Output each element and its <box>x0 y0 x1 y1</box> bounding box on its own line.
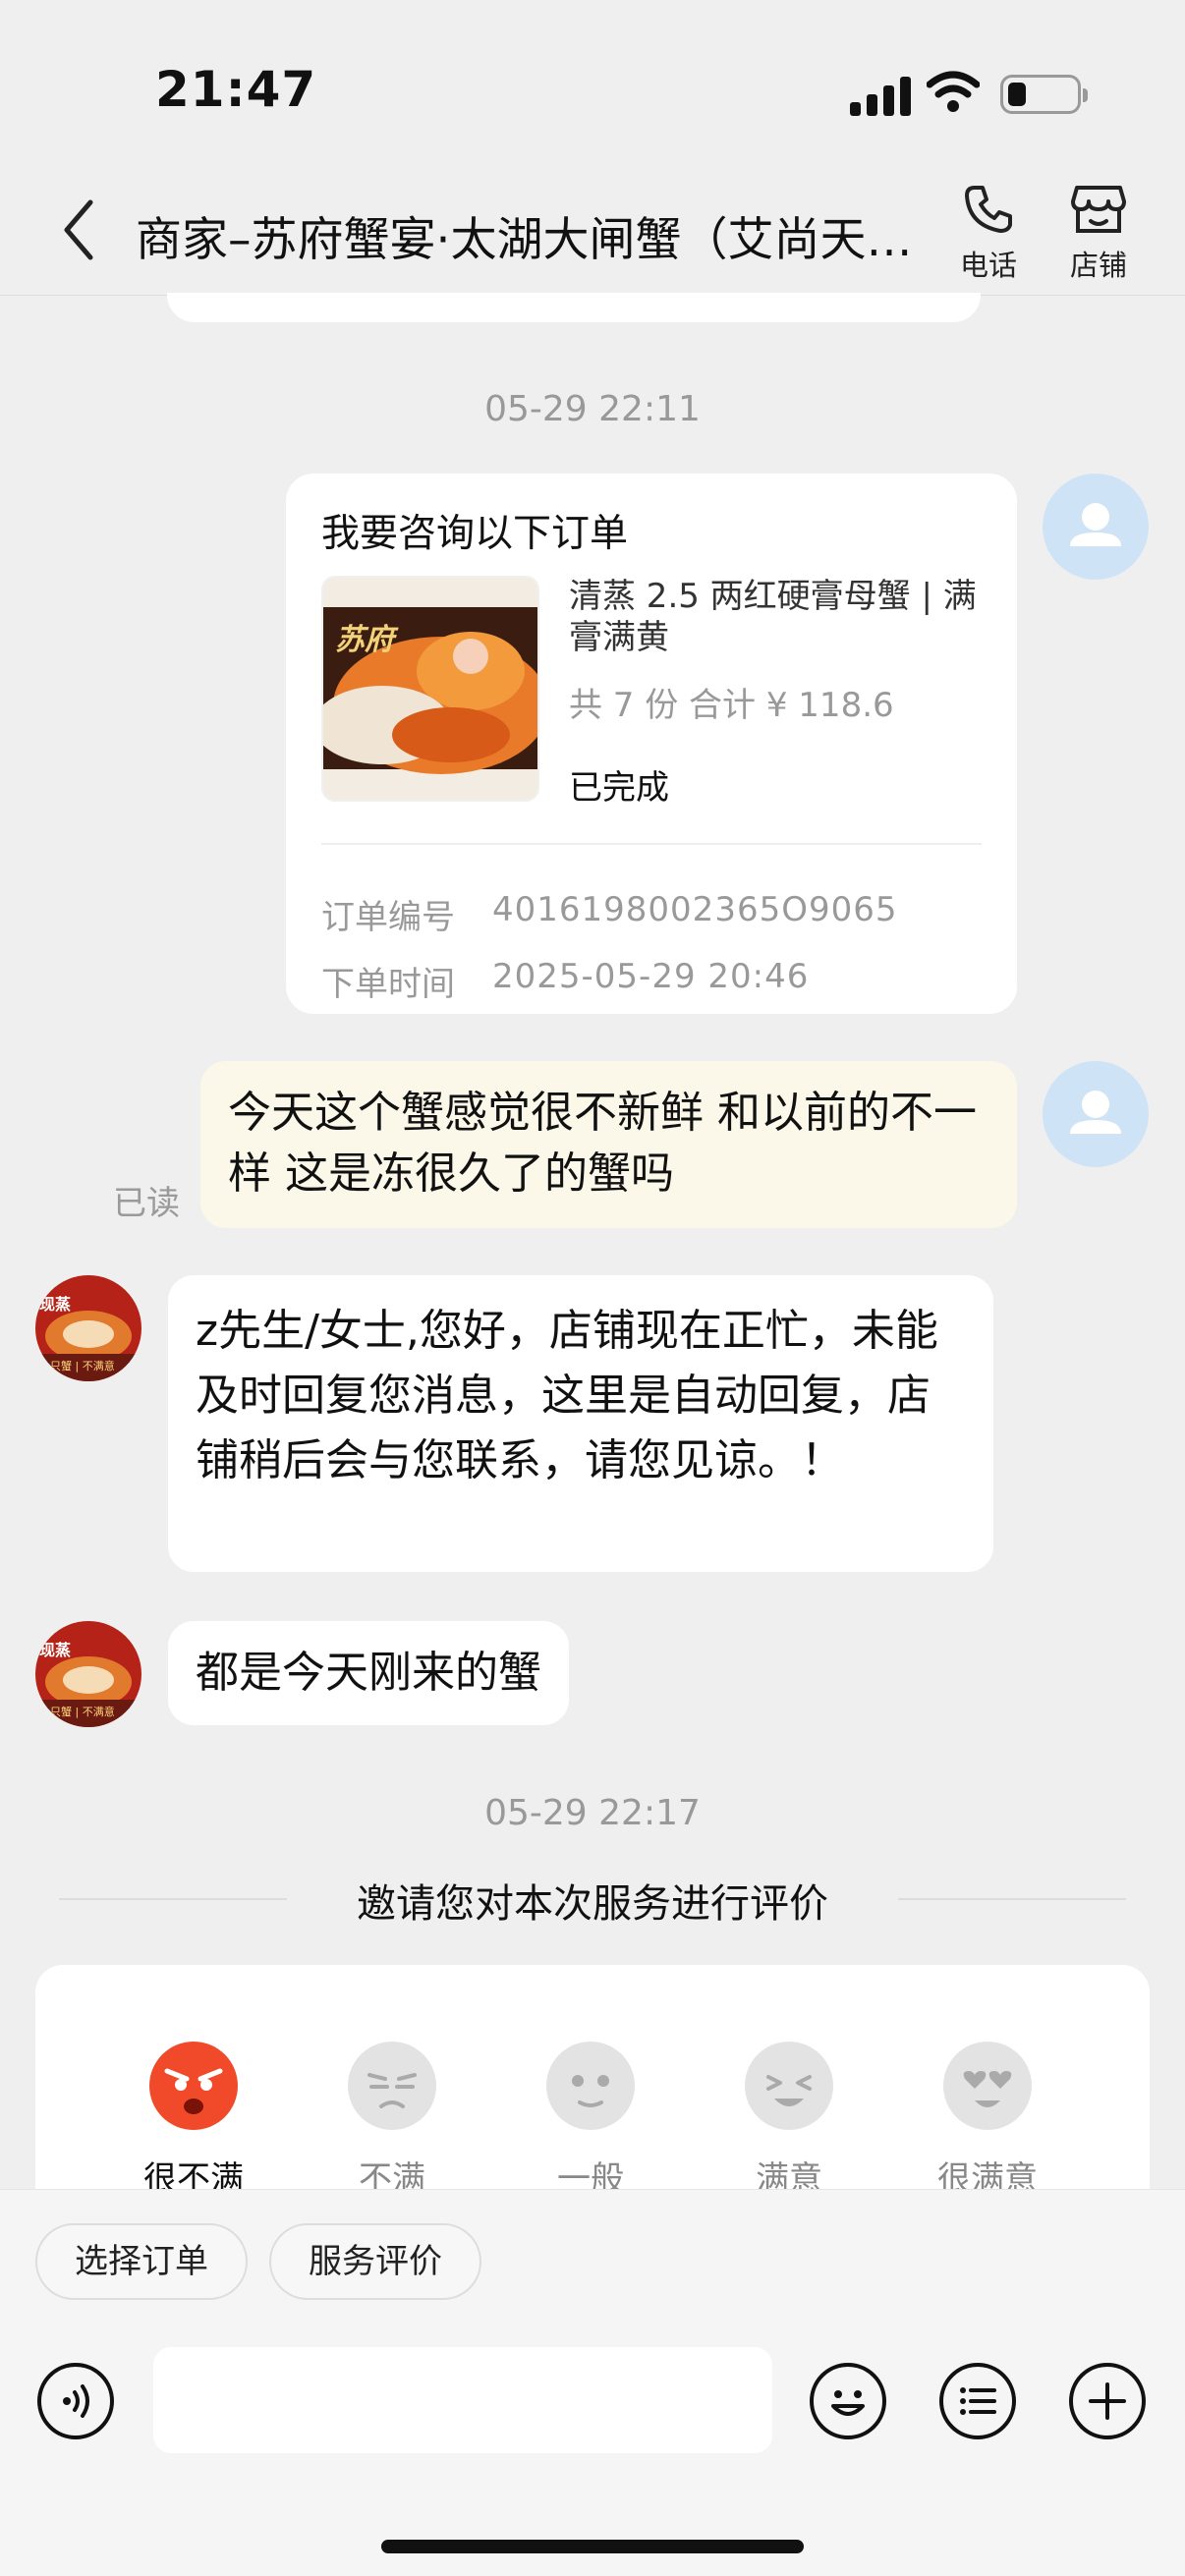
order-card[interactable]: 我要咨询以下订单 苏府 清蒸 2.5 两红硬膏母蟹 | 满膏满黄 共 7 份 合… <box>286 474 1017 1014</box>
order-number-label: 订单编号 <box>321 898 455 937</box>
status-time: 21:47 <box>155 61 317 118</box>
back-arrow-icon[interactable] <box>61 198 96 261</box>
order-summary: 共 7 份 合计 ¥ 118.6 <box>569 686 894 725</box>
user-avatar[interactable] <box>1043 474 1149 580</box>
order-time: 2025-05-29 20:46 <box>492 957 810 996</box>
thumbnail-brand-text: 苏府 <box>335 623 394 657</box>
order-status: 已完成 <box>569 768 669 808</box>
shop-avatar-text: 现蒸 <box>39 1641 72 1659</box>
timestamp: 05-29 22:11 <box>484 389 701 429</box>
service-evaluation-chip[interactable]: 服务评价 <box>269 2223 481 2300</box>
shop-button[interactable]: 店铺 <box>1049 182 1148 284</box>
shop-label: 店铺 <box>1069 249 1127 282</box>
read-receipt: 已读 <box>113 1184 180 1223</box>
quick-menu-icon[interactable] <box>939 2363 1016 2439</box>
auto-reply-bubble[interactable]: z先生/女士,您好，店铺现在正忙，未能及时回复您消息，这里是自动回复，店铺稍后会… <box>168 1275 993 1572</box>
shop-avatar[interactable]: 现蒸 一只蟹 | 不满意 <box>35 1275 141 1381</box>
chat-title: 商家–苏府蟹宴·太湖大闸蟹（艾尚天地店） <box>136 213 943 267</box>
user-avatar[interactable] <box>1043 1061 1149 1167</box>
user-silhouette-icon <box>1070 1091 1121 1134</box>
order-time-label: 下单时间 <box>321 965 455 1004</box>
previous-message-bubble <box>167 293 981 322</box>
battery-icon <box>1000 75 1088 114</box>
message-input[interactable] <box>153 2347 772 2453</box>
evaluation-prompt: 邀请您对本次服务进行评价 <box>357 1881 828 1927</box>
user-message-bubble[interactable]: 今天这个蟹感觉很不新鲜 和以前的不一样 这是冻很久了的蟹吗 <box>200 1061 1017 1228</box>
phone-icon <box>965 186 1012 233</box>
voice-input-icon[interactable] <box>37 2363 114 2439</box>
phone-label: 电话 <box>959 249 1017 282</box>
very-satisfied-face-icon[interactable] <box>943 2042 1032 2130</box>
satisfied-face-icon[interactable] <box>745 2042 833 2130</box>
neutral-face-icon[interactable] <box>546 2042 635 2130</box>
timestamp: 05-29 22:17 <box>484 1793 701 1833</box>
card-divider <box>321 843 982 845</box>
bottom-input-bar: 选择订单 服务评价 <box>0 2189 1185 2576</box>
very-dissatisfied-face-icon[interactable] <box>149 2042 238 2130</box>
store-icon <box>1071 186 1126 233</box>
order-card-title: 我要咨询以下订单 <box>321 512 629 556</box>
product-thumbnail[interactable]: 苏府 <box>321 576 539 802</box>
evaluation-card: 很不满 不满 一般 满意 很满意 <box>35 1965 1150 2220</box>
shop-avatar[interactable]: 现蒸 一只蟹 | 不满意 <box>35 1621 141 1727</box>
dissatisfied-face-icon[interactable] <box>348 2042 436 2130</box>
select-order-chip[interactable]: 选择订单 <box>35 2223 248 2300</box>
order-number: 4016198002365O9065 <box>492 890 898 929</box>
shop-reply-bubble[interactable]: 都是今天刚来的蟹 <box>168 1621 569 1725</box>
add-icon[interactable] <box>1069 2363 1146 2439</box>
shop-avatar-text: 现蒸 <box>39 1295 72 1314</box>
product-name: 清蒸 2.5 两红硬膏母蟹 | 满膏满黄 <box>569 577 977 657</box>
shop-avatar-caption: 一只蟹 | 不满意 <box>39 1360 115 1372</box>
emoji-icon[interactable] <box>810 2363 886 2439</box>
shop-avatar-caption: 一只蟹 | 不满意 <box>39 1706 115 1718</box>
user-silhouette-icon <box>1070 503 1121 546</box>
phone-button[interactable]: 电话 <box>939 182 1038 284</box>
cellular-signal-icon <box>850 75 911 116</box>
wifi-icon <box>927 71 980 112</box>
home-indicator[interactable] <box>381 2540 804 2553</box>
